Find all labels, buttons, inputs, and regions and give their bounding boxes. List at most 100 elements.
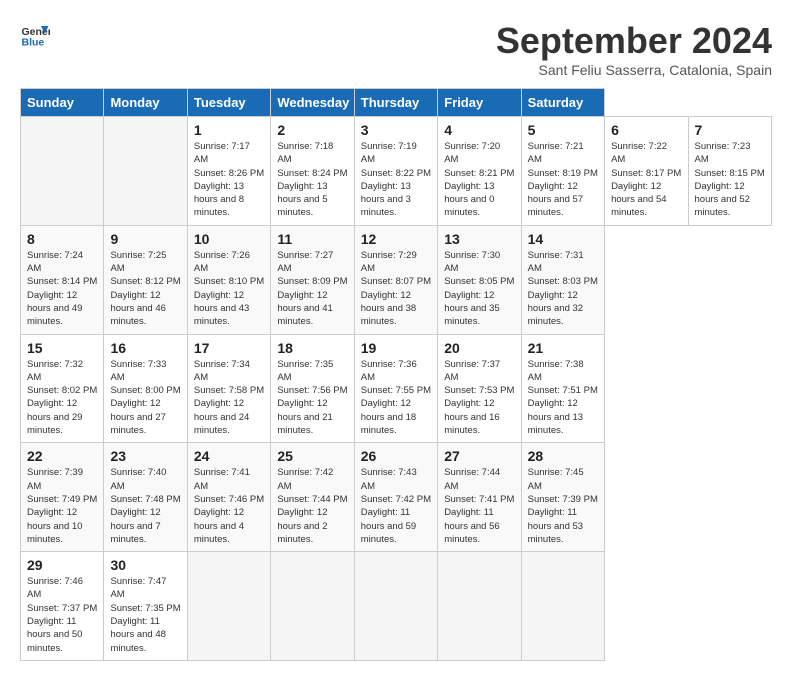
- day-info: Sunrise: 7:21 AM Sunset: 8:19 PM Dayligh…: [528, 140, 598, 220]
- calendar-day-cell: [104, 117, 187, 226]
- calendar-day-cell: 15 Sunrise: 7:32 AM Sunset: 8:02 PM Dayl…: [21, 334, 104, 443]
- day-number: 7: [695, 122, 766, 138]
- day-info: Sunrise: 7:44 AM Sunset: 7:41 PM Dayligh…: [444, 466, 514, 546]
- weekday-header: Wednesday: [271, 89, 354, 117]
- calendar-day-cell: 6 Sunrise: 7:22 AM Sunset: 8:17 PM Dayli…: [605, 117, 688, 226]
- weekday-header: Saturday: [521, 89, 604, 117]
- day-info: Sunrise: 7:31 AM Sunset: 8:03 PM Dayligh…: [528, 249, 598, 329]
- day-info: Sunrise: 7:46 AM Sunset: 7:37 PM Dayligh…: [27, 575, 97, 655]
- day-info: Sunrise: 7:42 AM Sunset: 7:44 PM Dayligh…: [277, 466, 347, 546]
- day-number: 11: [277, 231, 347, 247]
- day-number: 12: [361, 231, 431, 247]
- weekday-header: Monday: [104, 89, 187, 117]
- calendar-day-cell: 9 Sunrise: 7:25 AM Sunset: 8:12 PM Dayli…: [104, 225, 187, 334]
- calendar-day-cell: 24 Sunrise: 7:41 AM Sunset: 7:46 PM Dayl…: [187, 443, 270, 552]
- day-info: Sunrise: 7:23 AM Sunset: 8:15 PM Dayligh…: [695, 140, 766, 220]
- weekday-header: Thursday: [354, 89, 437, 117]
- day-number: 1: [194, 122, 264, 138]
- day-number: 25: [277, 448, 347, 464]
- calendar-day-cell: 13 Sunrise: 7:30 AM Sunset: 8:05 PM Dayl…: [438, 225, 521, 334]
- calendar-day-cell: 2 Sunrise: 7:18 AM Sunset: 8:24 PM Dayli…: [271, 117, 354, 226]
- calendar-day-cell: 29 Sunrise: 7:46 AM Sunset: 7:37 PM Dayl…: [21, 552, 104, 661]
- weekday-header: Sunday: [21, 89, 104, 117]
- calendar-day-cell: 8 Sunrise: 7:24 AM Sunset: 8:14 PM Dayli…: [21, 225, 104, 334]
- logo: General Blue: [20, 20, 50, 50]
- calendar-day-cell: [438, 552, 521, 661]
- logo-icon: General Blue: [20, 20, 50, 50]
- calendar-day-cell: 27 Sunrise: 7:44 AM Sunset: 7:41 PM Dayl…: [438, 443, 521, 552]
- month-title: September 2024: [496, 20, 772, 62]
- day-number: 28: [528, 448, 598, 464]
- day-info: Sunrise: 7:47 AM Sunset: 7:35 PM Dayligh…: [110, 575, 180, 655]
- day-number: 9: [110, 231, 180, 247]
- calendar-day-cell: [354, 552, 437, 661]
- page-header: General Blue September 2024 Sant Feliu S…: [20, 20, 772, 78]
- day-number: 29: [27, 557, 97, 573]
- day-number: 21: [528, 340, 598, 356]
- calendar-day-cell: [187, 552, 270, 661]
- day-number: 10: [194, 231, 264, 247]
- calendar-day-cell: 7 Sunrise: 7:23 AM Sunset: 8:15 PM Dayli…: [688, 117, 772, 226]
- calendar-day-cell: 25 Sunrise: 7:42 AM Sunset: 7:44 PM Dayl…: [271, 443, 354, 552]
- title-section: September 2024 Sant Feliu Sasserra, Cata…: [496, 20, 772, 78]
- day-info: Sunrise: 7:43 AM Sunset: 7:42 PM Dayligh…: [361, 466, 431, 546]
- day-info: Sunrise: 7:38 AM Sunset: 7:51 PM Dayligh…: [528, 358, 598, 438]
- calendar-day-cell: 22 Sunrise: 7:39 AM Sunset: 7:49 PM Dayl…: [21, 443, 104, 552]
- calendar-day-cell: 10 Sunrise: 7:26 AM Sunset: 8:10 PM Dayl…: [187, 225, 270, 334]
- calendar-week-row: 29 Sunrise: 7:46 AM Sunset: 7:37 PM Dayl…: [21, 552, 772, 661]
- day-info: Sunrise: 7:40 AM Sunset: 7:48 PM Dayligh…: [110, 466, 180, 546]
- calendar-day-cell: 18 Sunrise: 7:35 AM Sunset: 7:56 PM Dayl…: [271, 334, 354, 443]
- day-number: 3: [361, 122, 431, 138]
- calendar-week-row: 8 Sunrise: 7:24 AM Sunset: 8:14 PM Dayli…: [21, 225, 772, 334]
- day-info: Sunrise: 7:20 AM Sunset: 8:21 PM Dayligh…: [444, 140, 514, 220]
- weekday-header-row: SundayMondayTuesdayWednesdayThursdayFrid…: [21, 89, 772, 117]
- day-info: Sunrise: 7:37 AM Sunset: 7:53 PM Dayligh…: [444, 358, 514, 438]
- day-info: Sunrise: 7:19 AM Sunset: 8:22 PM Dayligh…: [361, 140, 431, 220]
- calendar-day-cell: 23 Sunrise: 7:40 AM Sunset: 7:48 PM Dayl…: [104, 443, 187, 552]
- calendar-day-cell: 30 Sunrise: 7:47 AM Sunset: 7:35 PM Dayl…: [104, 552, 187, 661]
- calendar-day-cell: [521, 552, 604, 661]
- day-number: 23: [110, 448, 180, 464]
- calendar-table: SundayMondayTuesdayWednesdayThursdayFrid…: [20, 88, 772, 661]
- weekday-header: Tuesday: [187, 89, 270, 117]
- svg-text:Blue: Blue: [22, 37, 45, 49]
- day-info: Sunrise: 7:22 AM Sunset: 8:17 PM Dayligh…: [611, 140, 681, 220]
- day-info: Sunrise: 7:17 AM Sunset: 8:26 PM Dayligh…: [194, 140, 264, 220]
- day-number: 19: [361, 340, 431, 356]
- day-number: 6: [611, 122, 681, 138]
- day-number: 27: [444, 448, 514, 464]
- calendar-day-cell: 3 Sunrise: 7:19 AM Sunset: 8:22 PM Dayli…: [354, 117, 437, 226]
- day-info: Sunrise: 7:25 AM Sunset: 8:12 PM Dayligh…: [110, 249, 180, 329]
- day-number: 14: [528, 231, 598, 247]
- calendar-day-cell: 28 Sunrise: 7:45 AM Sunset: 7:39 PM Dayl…: [521, 443, 604, 552]
- day-number: 30: [110, 557, 180, 573]
- day-info: Sunrise: 7:32 AM Sunset: 8:02 PM Dayligh…: [27, 358, 97, 438]
- day-number: 8: [27, 231, 97, 247]
- day-info: Sunrise: 7:41 AM Sunset: 7:46 PM Dayligh…: [194, 466, 264, 546]
- calendar-day-cell: 16 Sunrise: 7:33 AM Sunset: 8:00 PM Dayl…: [104, 334, 187, 443]
- day-number: 5: [528, 122, 598, 138]
- day-info: Sunrise: 7:34 AM Sunset: 7:58 PM Dayligh…: [194, 358, 264, 438]
- day-number: 20: [444, 340, 514, 356]
- calendar-day-cell: 14 Sunrise: 7:31 AM Sunset: 8:03 PM Dayl…: [521, 225, 604, 334]
- day-info: Sunrise: 7:24 AM Sunset: 8:14 PM Dayligh…: [27, 249, 97, 329]
- day-info: Sunrise: 7:26 AM Sunset: 8:10 PM Dayligh…: [194, 249, 264, 329]
- location-title: Sant Feliu Sasserra, Catalonia, Spain: [496, 62, 772, 78]
- day-number: 24: [194, 448, 264, 464]
- day-info: Sunrise: 7:36 AM Sunset: 7:55 PM Dayligh…: [361, 358, 431, 438]
- day-info: Sunrise: 7:29 AM Sunset: 8:07 PM Dayligh…: [361, 249, 431, 329]
- day-info: Sunrise: 7:39 AM Sunset: 7:49 PM Dayligh…: [27, 466, 97, 546]
- calendar-day-cell: [21, 117, 104, 226]
- calendar-day-cell: 1 Sunrise: 7:17 AM Sunset: 8:26 PM Dayli…: [187, 117, 270, 226]
- calendar-week-row: 15 Sunrise: 7:32 AM Sunset: 8:02 PM Dayl…: [21, 334, 772, 443]
- calendar-day-cell: 4 Sunrise: 7:20 AM Sunset: 8:21 PM Dayli…: [438, 117, 521, 226]
- day-info: Sunrise: 7:45 AM Sunset: 7:39 PM Dayligh…: [528, 466, 598, 546]
- weekday-header: Friday: [438, 89, 521, 117]
- calendar-day-cell: 20 Sunrise: 7:37 AM Sunset: 7:53 PM Dayl…: [438, 334, 521, 443]
- calendar-day-cell: 12 Sunrise: 7:29 AM Sunset: 8:07 PM Dayl…: [354, 225, 437, 334]
- calendar-day-cell: 17 Sunrise: 7:34 AM Sunset: 7:58 PM Dayl…: [187, 334, 270, 443]
- day-number: 18: [277, 340, 347, 356]
- calendar-day-cell: 11 Sunrise: 7:27 AM Sunset: 8:09 PM Dayl…: [271, 225, 354, 334]
- day-number: 22: [27, 448, 97, 464]
- calendar-day-cell: 26 Sunrise: 7:43 AM Sunset: 7:42 PM Dayl…: [354, 443, 437, 552]
